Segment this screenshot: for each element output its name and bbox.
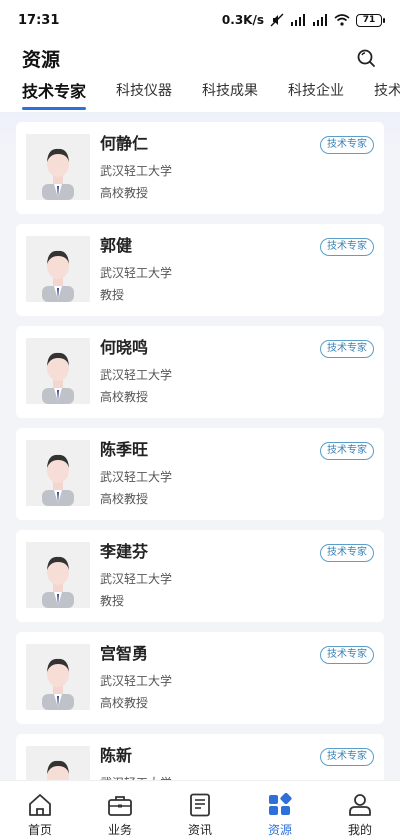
avatar [26,236,90,302]
expert-title: 高校教授 [100,186,149,200]
expert-card[interactable]: 李建芬 武汉轻工大学 教授 技术专家 [16,530,384,622]
avatar [26,644,90,710]
nav-resources[interactable]: 资源 [240,781,320,840]
battery-icon: 71 [356,13,385,27]
expert-card[interactable]: 宫智勇 武汉轻工大学 高校教授 技术专家 [16,632,384,724]
nav-label: 资讯 [187,823,212,837]
expert-card[interactable]: 陈新 武汉轻工大学 技术专家 [16,734,384,780]
status-bar: 17:31 0.3K/s 71 [0,0,400,40]
nav-home[interactable]: 首页 [0,781,80,840]
nav-label: 我的 [347,823,372,837]
category-badge: 技术专家 [320,340,374,358]
page-title: 资源 [22,48,61,71]
nav-label: 首页 [27,823,52,837]
avatar [26,542,90,608]
status-time: 17:31 [18,12,60,28]
nav-business[interactable]: 业务 [80,781,160,840]
signal-icon-2 [312,14,328,26]
bottom-nav: 首页 业务 资讯 资源 我的 [0,780,400,840]
nav-profile[interactable]: 我的 [320,781,400,840]
expert-org: 武汉轻工大学 [100,266,173,280]
nav-label: 业务 [107,823,132,837]
expert-org: 武汉轻工大学 [100,674,173,688]
avatar [26,440,90,506]
expert-card[interactable]: 何静仁 武汉轻工大学 高校教授 技术专家 [16,122,384,214]
tab-tech-experts[interactable]: 技术专家 [22,76,87,110]
expert-org: 武汉轻工大学 [100,772,372,780]
expert-title: 高校教授 [100,696,149,710]
expert-card[interactable]: 何晓鸣 武汉轻工大学 高校教授 技术专家 [16,326,384,418]
nav-label: 资源 [267,823,292,837]
expert-org: 武汉轻工大学 [100,572,173,586]
avatar [26,338,90,404]
category-badge: 技术专家 [320,442,374,460]
status-right: 0.3K/s 71 [221,13,385,27]
expert-title: 教授 [100,288,125,302]
expert-card[interactable]: 郭健 武汉轻工大学 教授 技术专家 [16,224,384,316]
tab-achievements[interactable]: 科技成果 [202,76,258,100]
category-badge: 技术专家 [320,646,374,664]
category-tabs: 技术专家 科技仪器 科技成果 科技企业 技术 [0,76,400,112]
category-badge: 技术专家 [320,748,374,766]
signal-icon [290,14,306,26]
expert-title: 高校教授 [100,390,149,404]
network-speed: 0.3K/s [221,13,264,27]
mute-icon [270,13,284,27]
tab-instruments[interactable]: 科技仪器 [116,76,172,100]
search-icon [357,49,375,67]
wifi-icon [334,14,350,26]
page-header: 资源 [0,40,400,76]
tab-tech[interactable]: 技术 [374,76,400,100]
tab-enterprises[interactable]: 科技企业 [288,76,344,100]
home-icon [29,794,51,816]
grid-icon [269,793,292,815]
user-icon [349,794,371,816]
briefcase-icon [108,796,132,816]
expert-title: 高校教授 [100,492,149,506]
category-badge: 技术专家 [320,136,374,154]
expert-card[interactable]: 陈季旺 武汉轻工大学 高校教授 技术专家 [16,428,384,520]
expert-title: 教授 [100,594,125,608]
category-badge: 技术专家 [320,544,374,562]
expert-org: 武汉轻工大学 [100,368,173,382]
avatar [26,746,90,780]
document-icon [190,793,210,817]
search-button[interactable] [354,46,378,70]
expert-org: 武汉轻工大学 [100,470,173,484]
expert-list: 何静仁 武汉轻工大学 高校教授 技术专家 郭健 武汉轻工大学 教授 技术专家 何… [0,112,400,780]
expert-org: 武汉轻工大学 [100,164,173,178]
avatar [26,134,90,200]
nav-news[interactable]: 资讯 [160,781,240,840]
category-badge: 技术专家 [320,238,374,256]
